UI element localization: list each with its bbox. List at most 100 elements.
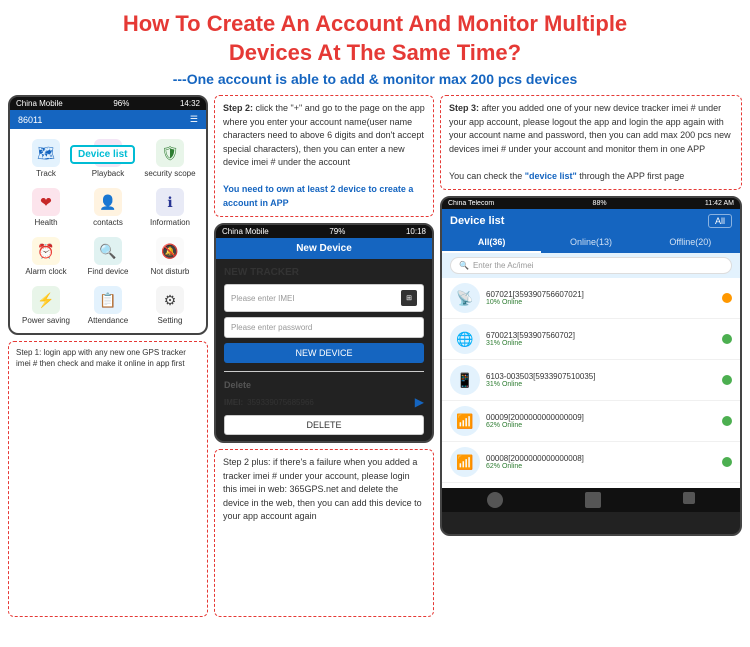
phone2-time: 10:18 [406,227,426,236]
list-item[interactable]: 📶 00008[2000000000000008] 62% Online [442,442,740,483]
contacts-label: contacts [93,218,123,227]
phone4-time: 11:42 AM [705,200,734,207]
app-security[interactable]: 🛡 security scope [140,135,200,182]
app-health[interactable]: ❤ Health [16,184,76,231]
info-icon: ℹ [156,188,184,216]
find-label: Find device [88,267,129,276]
device-status: 62% Online [486,463,716,470]
list-item[interactable]: 📶 00009[2000000000000009] 62% Online [442,401,740,442]
tab-offline[interactable]: Offline(20) [641,233,740,253]
device-id: 6103-003503[5933907510035] [486,372,716,381]
info-label: Information [150,218,190,227]
phone1-time: 14:32 [180,99,200,108]
new-tracker-label: NEW TRACKER [224,267,424,278]
navigate-arrow-icon: ▶ [415,395,424,409]
step2-box: Step 2: click the "+" and go to the page… [214,95,434,217]
phone1-number: 86011 [18,115,42,125]
tab-online[interactable]: Online(13) [541,233,640,253]
nodisturb-label: Not disturb [151,267,190,276]
list-item[interactable]: 📡 607021[359390756607021] 10% Online [442,278,740,319]
main-content: Device list China Mobile 96% 14:32 86011… [0,91,750,621]
step2-text: click the "+" and go to the page on the … [223,103,425,167]
phone4-mockup: China Telecom 88% 11:42 AM Device list A… [440,196,742,536]
menu-icon[interactable]: ☰ [190,114,198,125]
app-find[interactable]: 🔍 Find device [78,233,138,280]
imei-input[interactable]: Please enter IMEI ⊞ [224,284,424,312]
tab-all[interactable]: All(36) [442,233,541,253]
alarm-label: Alarm clock [25,267,66,276]
step1-box: Step 1: login app with any new one GPS t… [8,341,208,617]
header: How To Create An Account And Monitor Mul… [0,0,750,91]
new-device-button[interactable]: NEW DEVICE [224,343,424,363]
device-id: 00009[2000000000000009] [486,413,716,422]
recent-btn[interactable] [683,492,695,504]
list-item[interactable]: 🌐 6700213[593907560702] 31% Online [442,319,740,360]
password-placeholder: Please enter password [231,323,312,332]
page-title: How To Create An Account And Monitor Mul… [20,10,730,67]
device-id: 607021[359390756607021] [486,290,716,299]
phone4-tabs: All(36) Online(13) Offline(20) [442,233,740,253]
phone4-nav-bar [442,488,740,512]
divider [224,371,424,372]
step1-text: Step 1: login app with any new one GPS t… [16,348,186,368]
search-box[interactable]: 🔍 Enter the Ac/imei [450,257,732,274]
app-alarm[interactable]: ⏰ Alarm clock [16,233,76,280]
find-icon: 🔍 [94,237,122,265]
step2-note: You need to own at least 2 device to cre… [223,184,413,208]
setting-icon: ⚙ [156,286,184,314]
status-indicator [722,334,732,344]
imei-row: IMEI: 359339075685966 ▶ [224,395,424,409]
all-button[interactable]: All [708,214,732,228]
delete-button[interactable]: DELETE [224,415,424,435]
app-attendance[interactable]: 📋 Attendance [78,282,138,329]
security-label: security scope [144,169,195,178]
phone4-search: 🔍 Enter the Ac/imei [442,253,740,278]
imei-value: 359339075685966 [247,398,411,407]
phone2-status-bar: China Mobile 79% 10:18 [216,225,432,238]
step3-note: You can check the "device list" through … [449,171,684,181]
track-label: Track [36,169,56,178]
app-contacts[interactable]: 👤 contacts [78,184,138,231]
device-info: 6700213[593907560702] 31% Online [486,331,716,347]
right-column: Step 3: after you added one of your new … [440,95,742,617]
step2-title: Step 2: [223,103,253,113]
app-setting[interactable]: ⚙ Setting [140,282,200,329]
attendance-label: Attendance [88,316,128,325]
device-info: 6103-003503[5933907510035] 31% Online [486,372,716,388]
qr-icon: ⊞ [401,290,417,306]
status-indicator [722,293,732,303]
nodisturb-icon: 🔕 [156,237,184,265]
page-subtitle: ---One account is able to add & monitor … [20,71,730,87]
password-input[interactable]: Please enter password [224,317,424,338]
playback-label: Playback [92,169,124,178]
phone2-mockup: China Mobile 79% 10:18 New Device NEW TR… [214,223,434,443]
health-icon: ❤ [32,188,60,216]
app-nodisturb[interactable]: 🔕 Not disturb [140,233,200,280]
step2plus-box: Step 2 plus: if there's a failure when y… [214,449,434,617]
list-item[interactable]: 📱 6103-003503[5933907510035] 31% Online [442,360,740,401]
device-id: 6700213[593907560702] [486,331,716,340]
app-track[interactable]: 🗺 Track [16,135,76,182]
device-avatar: 📱 [450,365,480,395]
device-status: 31% Online [486,340,716,347]
setting-label: Setting [158,316,183,325]
attendance-icon: 📋 [94,286,122,314]
app-info[interactable]: ℹ Information [140,184,200,231]
device-status: 31% Online [486,381,716,388]
home-btn[interactable] [585,492,601,508]
power-label: Power saving [22,316,70,325]
step3-box: Step 3: after you added one of your new … [440,95,742,190]
phone4-battery: 88% [593,200,607,207]
app-power[interactable]: ⚡ Power saving [16,282,76,329]
health-label: Health [34,218,57,227]
device-info: 00008[2000000000000008] 62% Online [486,454,716,470]
status-indicator [722,416,732,426]
device-status: 62% Online [486,422,716,429]
alarm-icon: ⏰ [32,237,60,265]
device-info: 00009[2000000000000009] 62% Online [486,413,716,429]
delete-section: Delete IMEI: 359339075685966 ▶ DELETE [224,380,424,435]
contacts-icon: 👤 [94,188,122,216]
imei-label: IMEI: [224,398,243,407]
device-avatar: 📡 [450,283,480,313]
back-btn[interactable] [487,492,503,508]
